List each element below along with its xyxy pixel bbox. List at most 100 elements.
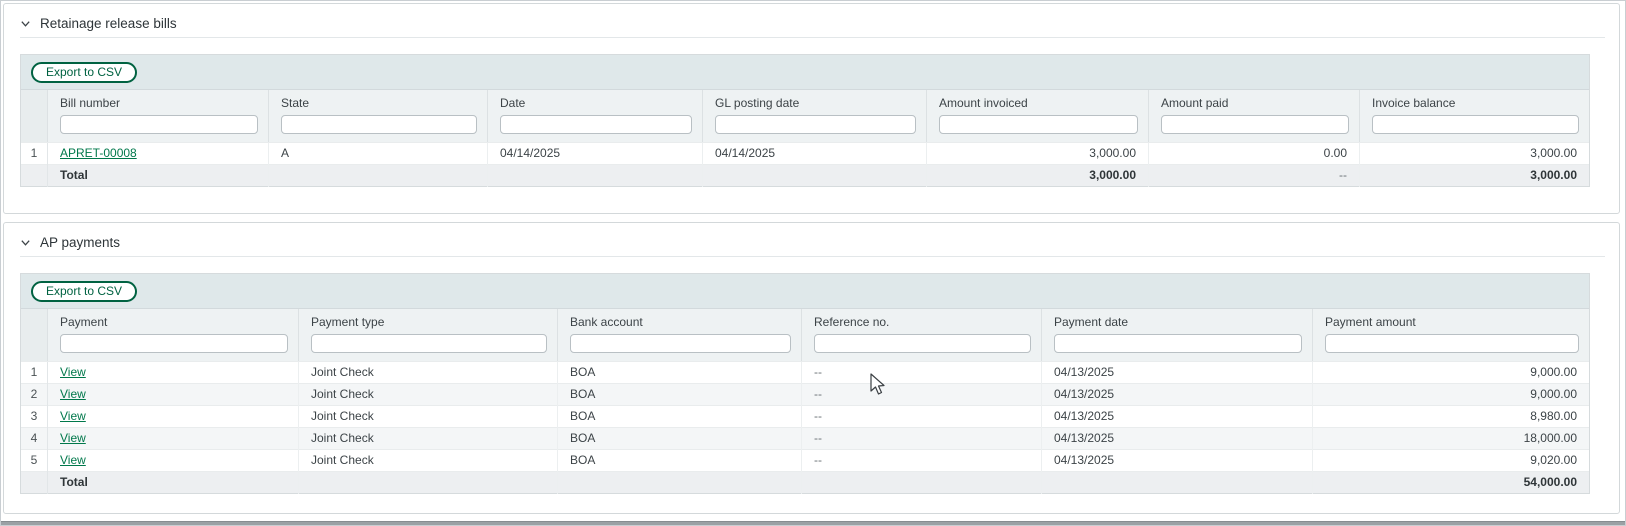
column-header-label: State: [281, 96, 477, 110]
ap-payments-table-header: Payment Payment type Bank account Reference…: [21, 309, 1589, 361]
filter-input-payment_date[interactable]: [1054, 334, 1302, 353]
column-header-reference_no: Reference no.: [802, 309, 1042, 361]
total-invoice_balance: 3,000.00: [1360, 165, 1589, 187]
column-header-payment_date: Payment date: [1042, 309, 1313, 361]
column-header-payment_amount: Payment amount: [1313, 309, 1589, 361]
cell-reference_no: --: [802, 406, 1042, 428]
total-row: Total54,000.00: [21, 471, 1589, 493]
filter-input-bank_account[interactable]: [570, 334, 791, 353]
cell-bill_number: APRET-00008: [48, 143, 269, 165]
cell-reference_no: --: [802, 450, 1042, 472]
column-header-amount_invoiced: Amount invoiced: [927, 90, 1149, 142]
column-header-payment: Payment: [48, 309, 299, 361]
total-label: Total: [48, 165, 269, 187]
ap-payments-table-body: 1ViewJoint CheckBOA--04/13/20259,000.002…: [21, 361, 1589, 493]
column-header-date: Date: [488, 90, 703, 142]
section-title: Retainage release bills: [40, 16, 177, 31]
cell-reference_no: --: [802, 428, 1042, 450]
row-number-column-header: [21, 309, 48, 361]
payment-link[interactable]: View: [60, 365, 86, 379]
column-header-label: Invoice balance: [1372, 96, 1579, 110]
column-header-label: Date: [500, 96, 692, 110]
retainage-toolbar: Export to CSV: [21, 55, 1589, 90]
filter-input-state[interactable]: [281, 115, 477, 134]
row-number: [21, 165, 48, 187]
ap-payments-toolbar: Export to CSV: [21, 274, 1589, 309]
filter-input-payment[interactable]: [60, 334, 288, 353]
cell-payment_date: 04/13/2025: [1042, 384, 1313, 406]
payment-link[interactable]: View: [60, 453, 86, 467]
row-number: 3: [21, 406, 48, 428]
cell-payment_date: 04/13/2025: [1042, 406, 1313, 428]
table-row: 2 View Joint CheckBOA--04/13/20259,000.00: [21, 383, 1589, 405]
cell-bank_account: BOA: [558, 406, 802, 428]
payment-link[interactable]: View: [60, 409, 86, 423]
total-date: [488, 165, 703, 187]
table-row: 4ViewJoint CheckBOA--04/13/202518,000.00: [21, 427, 1589, 449]
total-amount_invoiced: 3,000.00: [927, 165, 1149, 187]
cell-date: 04/14/2025: [488, 143, 703, 165]
filter-input-invoice_balance[interactable]: [1372, 115, 1579, 134]
column-header-label: Payment type: [311, 315, 547, 329]
row-number: 2: [21, 384, 48, 406]
column-header-bank_account: Bank account: [558, 309, 802, 361]
total-amount_paid: --: [1149, 165, 1360, 187]
retainage-table-body: 1APRET-00008A04/14/202504/14/20253,000.0…: [21, 142, 1589, 186]
cell-invoice_balance: 3,000.00: [1360, 143, 1589, 165]
retainage-release-bills-panel: Retainage release bills Export to CSV Bi…: [3, 3, 1620, 214]
filter-input-amount_paid[interactable]: [1161, 115, 1349, 134]
column-header-invoice_balance: Invoice balance: [1360, 90, 1589, 142]
cell-payment_date: 04/13/2025: [1042, 428, 1313, 450]
column-header-label: Reference no.: [814, 315, 1031, 329]
table-row: 1APRET-00008A04/14/202504/14/20253,000.0…: [21, 142, 1589, 164]
cell-payment_type: Joint Check: [299, 428, 558, 450]
column-header-amount_paid: Amount paid: [1149, 90, 1360, 142]
row-number: 1: [21, 362, 48, 384]
cell-payment_amount: 9,000.00: [1313, 384, 1589, 406]
row-number-column-header: [21, 90, 48, 142]
total-label: Total: [48, 472, 299, 494]
cell-bank_account: BOA: [558, 384, 802, 406]
cell-payment_type: Joint Check: [299, 450, 558, 472]
row-number: 5: [21, 450, 48, 472]
column-header-label: Bill number: [60, 96, 258, 110]
retainage-section-header[interactable]: Retainage release bills: [20, 4, 1605, 38]
table-row: 3 View Joint CheckBOA--04/13/20258,980.00: [21, 405, 1589, 427]
payment-link[interactable]: View: [60, 387, 86, 401]
ap-payments-section-header[interactable]: AP payments: [20, 223, 1605, 257]
bill_number-link[interactable]: APRET-00008: [60, 146, 137, 160]
filter-input-amount_invoiced[interactable]: [939, 115, 1138, 134]
column-header-label: Payment date: [1054, 315, 1302, 329]
row-number: 1: [21, 143, 48, 165]
column-header-label: Bank account: [570, 315, 791, 329]
filter-input-payment_amount[interactable]: [1325, 334, 1579, 353]
chevron-down-icon: [20, 18, 31, 29]
cell-payment: View: [48, 384, 299, 406]
cell-payment_amount: 8,980.00: [1313, 406, 1589, 428]
retainage-table-header: Bill number State Date GL posting date Amoun…: [21, 90, 1589, 142]
cell-payment_amount: 9,000.00: [1313, 362, 1589, 384]
column-header-label: GL posting date: [715, 96, 916, 110]
filter-input-date[interactable]: [500, 115, 692, 134]
export-to-csv-button[interactable]: Export to CSV: [31, 62, 137, 83]
chevron-down-icon: [20, 237, 31, 248]
filter-input-payment_type[interactable]: [311, 334, 547, 353]
filter-input-reference_no[interactable]: [814, 334, 1031, 353]
column-header-label: Amount paid: [1161, 96, 1349, 110]
cell-payment_type: Joint Check: [299, 384, 558, 406]
filter-input-gl_posting_date[interactable]: [715, 115, 916, 134]
column-header-label: Payment amount: [1325, 315, 1579, 329]
cell-reference_no: --: [802, 384, 1042, 406]
payment-link[interactable]: View: [60, 431, 86, 445]
cell-state: A: [269, 143, 488, 165]
column-header-payment_type: Payment type: [299, 309, 558, 361]
filter-input-bill_number[interactable]: [60, 115, 258, 134]
cell-payment: View: [48, 362, 299, 384]
cell-payment_type: Joint Check: [299, 406, 558, 428]
total-row: Total 3,000.00--3,000.00: [21, 164, 1589, 186]
export-to-csv-button[interactable]: Export to CSV: [31, 281, 137, 302]
column-header-label: Payment: [60, 315, 288, 329]
column-header-gl_posting_date: GL posting date: [703, 90, 927, 142]
cell-payment_date: 04/13/2025: [1042, 450, 1313, 472]
cell-payment_amount: 18,000.00: [1313, 428, 1589, 450]
